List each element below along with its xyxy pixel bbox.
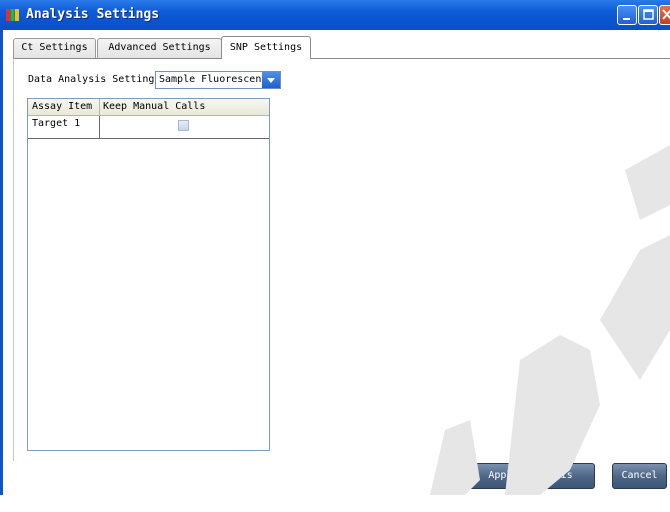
title-bar[interactable]: Analysis Settings — [0, 0, 670, 31]
keep-manual-calls-checkbox[interactable] — [178, 120, 189, 131]
maximize-icon — [643, 9, 654, 20]
maximize-button[interactable] — [638, 5, 658, 25]
grid-header: Assay Item Keep Manual Calls — [28, 99, 269, 116]
close-icon — [662, 9, 670, 20]
minimize-button[interactable] — [617, 5, 637, 25]
assay-item-cell[interactable]: Target 1 — [28, 116, 100, 138]
window-title: Analysis Settings — [26, 7, 160, 22]
cancel-button[interactable]: Cancel — [612, 463, 667, 489]
table-row[interactable]: Target 1 — [28, 116, 269, 139]
column-header-keep-manual-calls[interactable]: Keep Manual Calls — [103, 101, 205, 112]
data-analysis-label: Data Analysis Settings — [28, 74, 161, 85]
data-analysis-select[interactable]: Sample Fluorescence — [155, 71, 281, 89]
tab-snp-settings[interactable]: SNP Settings — [221, 36, 311, 59]
dropdown-arrow-button[interactable] — [262, 72, 280, 88]
tab-advanced-settings[interactable]: Advanced Settings — [97, 38, 222, 58]
column-divider — [99, 99, 100, 115]
assay-grid: Assay Item Keep Manual Calls Target 1 — [27, 98, 270, 451]
assay-item-value: Target 1 — [32, 118, 81, 129]
minimize-icon — [623, 18, 630, 20]
chevron-down-icon — [267, 78, 275, 83]
app-logo-icon — [6, 9, 19, 21]
apply-analysis-settings-button[interactable]: Apply Analysis Settings — [466, 463, 595, 505]
tab-ct-settings[interactable]: Ct Settings — [13, 38, 96, 58]
close-button[interactable] — [659, 5, 670, 25]
column-header-assay-item[interactable]: Assay Item — [32, 101, 92, 112]
data-analysis-value: Sample Fluorescence — [159, 74, 274, 85]
